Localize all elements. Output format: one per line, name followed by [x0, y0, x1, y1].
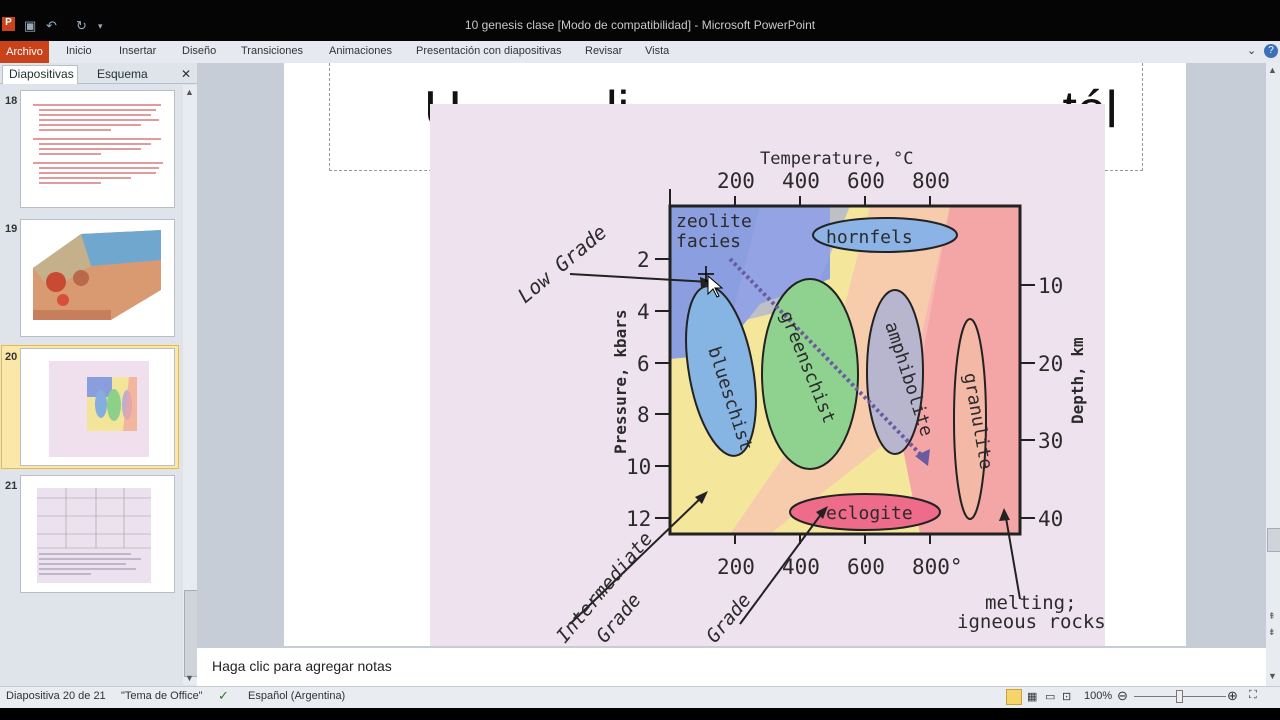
thumbnail-number: 21 [5, 480, 18, 492]
theme-name[interactable]: "Tema de Office" [121, 690, 203, 702]
scroll-thumb[interactable] [1267, 528, 1280, 552]
help-icon[interactable]: ? [1264, 44, 1278, 58]
window-title: 10 genesis clase [Modo de compatibilidad… [464, 18, 816, 32]
thumbnail-text-lines [33, 104, 163, 184]
bottom-tick: 800° [912, 555, 963, 579]
next-slide-icon[interactable]: ⇟ [1268, 627, 1276, 638]
bottom-border [0, 708, 1280, 720]
spell-check-icon[interactable]: ✓ [218, 688, 229, 704]
top-axis-title: Temperature, °C [760, 149, 914, 169]
left-tick: 10 [626, 455, 651, 479]
left-tick: 8 [637, 403, 650, 427]
top-tick: 200 [717, 169, 755, 193]
left-tick: 12 [626, 507, 651, 531]
zoom-out-icon[interactable]: ⊖ [1117, 688, 1128, 704]
bottom-tick: 200 [717, 555, 755, 579]
left-tick: 2 [637, 248, 650, 272]
facies-label-eclogite: eclogite [826, 503, 913, 524]
thumbnails-scrollbar[interactable]: ▲ ▼ [183, 85, 198, 685]
close-panel-icon[interactable]: ✕ [181, 67, 191, 81]
tab-transiciones[interactable]: Transiciones [241, 45, 303, 57]
scroll-down-icon[interactable]: ▼ [185, 673, 194, 683]
thumbnail-number: 20 [5, 351, 18, 363]
facies-label-zeolite: zeolite [676, 211, 752, 232]
bottom-tick: 600 [847, 555, 885, 579]
slide-scrollbar[interactable]: ▲ ⇞ ⇟ ▼ [1266, 63, 1280, 686]
metamorphic-facies-thumbnail [49, 361, 149, 457]
tab-animaciones[interactable]: Animaciones [329, 45, 392, 57]
igneous-rocks-label: igneous rocks [957, 611, 1105, 633]
slide-sorter-icon[interactable]: ▦ [1027, 690, 1037, 703]
top-tick: 600 [847, 169, 885, 193]
tab-esquema[interactable]: Esquema [97, 67, 148, 81]
notes-placeholder[interactable]: Haga clic para agregar notas [212, 658, 392, 674]
right-axis-title: Depth, km [1068, 337, 1087, 424]
slideshow-icon[interactable]: ⊡ [1062, 690, 1071, 703]
ribbon-minimize-icon[interactable]: ⌄ [1247, 44, 1256, 57]
left-tick: 4 [637, 300, 650, 324]
slide-count: Diapositiva 20 de 21 [6, 690, 106, 702]
tab-archivo[interactable]: Archivo [0, 41, 49, 63]
top-tick: 800 [912, 169, 950, 193]
thumbnail-number: 19 [5, 223, 18, 235]
scroll-up-icon[interactable]: ▲ [1268, 65, 1277, 75]
slide-thumbnail-20[interactable] [20, 348, 175, 466]
tab-diseno[interactable]: Diseño [182, 45, 216, 57]
facies-label-facies: facies [676, 231, 741, 252]
zoom-slider-thumb[interactable] [1176, 690, 1183, 703]
right-tick: 30 [1038, 429, 1063, 453]
normal-view-icon[interactable] [1006, 689, 1022, 705]
zoom-in-icon[interactable]: ⊕ [1227, 688, 1238, 704]
tab-vista[interactable]: Vista [645, 45, 669, 57]
left-axis-title: Pressure, kbars [611, 310, 630, 455]
right-tick: 20 [1038, 352, 1063, 376]
table-thumbnail [37, 488, 151, 583]
metamorphic-facies-diagram[interactable]: Temperature, °C 200 400 600 800 200 400 … [430, 104, 1105, 646]
thumbnail-number: 18 [5, 95, 18, 107]
tab-revisar[interactable]: Revisar [585, 45, 622, 57]
left-tick: 6 [637, 352, 650, 376]
zoom-level[interactable]: 100% [1084, 690, 1112, 702]
slide-thumbnail-21[interactable] [20, 475, 175, 593]
slide-thumbnail-18[interactable] [20, 90, 175, 208]
language[interactable]: Español (Argentina) [248, 690, 345, 702]
scroll-thumb[interactable] [184, 590, 198, 677]
scroll-up-icon[interactable]: ▲ [185, 87, 194, 97]
bottom-tick: 400 [782, 555, 820, 579]
top-tick: 400 [782, 169, 820, 193]
tab-inicio[interactable]: Inicio [66, 45, 92, 57]
previous-slide-icon[interactable]: ⇞ [1268, 611, 1276, 622]
subduction-block-diagram-thumbnail [33, 230, 161, 320]
reading-view-icon[interactable]: ▭ [1045, 690, 1055, 703]
tab-diapositivas-label: Diapositivas [9, 67, 74, 81]
tab-insertar[interactable]: Insertar [119, 45, 156, 57]
facies-label-hornfels: hornfels [826, 227, 913, 248]
ribbon-tabs: Archivo Inicio Insertar Diseño Transicio… [0, 41, 1280, 64]
tab-presentacion[interactable]: Presentación con diapositivas [416, 45, 562, 57]
slide-thumbnail-19[interactable] [20, 219, 175, 337]
scroll-down-icon[interactable]: ▼ [1268, 671, 1277, 681]
fit-to-window-icon[interactable]: ⛶ [1249, 689, 1257, 702]
right-tick: 40 [1038, 507, 1063, 531]
right-tick: 10 [1038, 274, 1063, 298]
